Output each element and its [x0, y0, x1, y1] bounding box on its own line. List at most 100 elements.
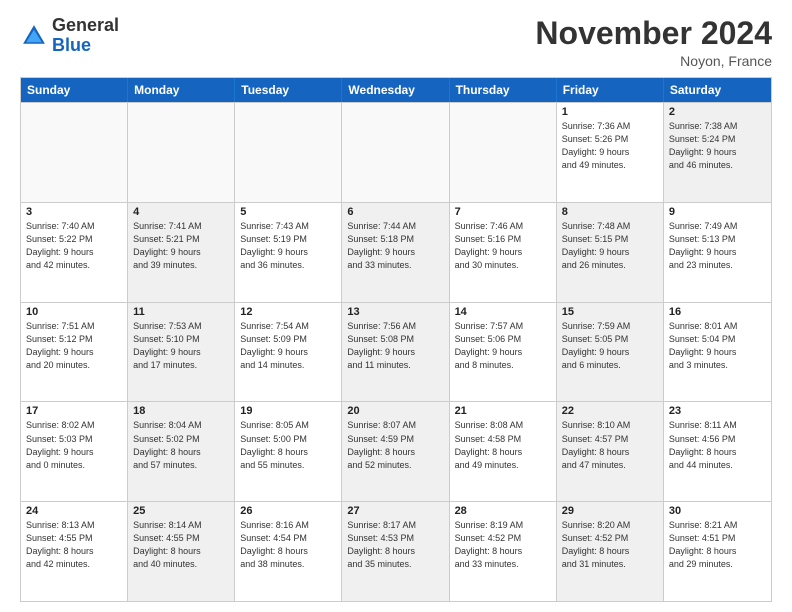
day-number: 25	[133, 505, 229, 517]
cal-cell: 14 Sunrise: 7:57 AM Sunset: 5:06 PM Dayli…	[450, 303, 557, 402]
cal-cell: 12 Sunrise: 7:54 AM Sunset: 5:09 PM Dayli…	[235, 303, 342, 402]
cal-cell: 8Sunrise: 7:48 AM Sunset: 5:15 PM Daylig…	[557, 203, 664, 302]
day-number: 28	[455, 505, 551, 517]
cell-info: Sunrise: 7:57 AM Sunset: 5:06 PM Dayligh…	[455, 320, 551, 372]
cal-cell: 23 Sunrise: 8:11 AM Sunset: 4:56 PM Dayli…	[664, 402, 771, 501]
day-header-monday: Monday	[128, 78, 235, 102]
cell-info: Sunrise: 8:10 AM Sunset: 4:57 PM Dayligh…	[562, 419, 658, 471]
cal-week-1: 1 Sunrise: 7:36 AM Sunset: 5:26 PM Daylig…	[21, 102, 771, 202]
cell-info: Sunrise: 7:48 AM Sunset: 5:15 PM Dayligh…	[562, 220, 658, 272]
day-number: 17	[26, 405, 122, 417]
cell-info: Sunrise: 8:08 AM Sunset: 4:58 PM Dayligh…	[455, 419, 551, 471]
logo-general-text: General	[52, 15, 119, 35]
day-number: 12	[240, 306, 336, 318]
cell-info: Sunrise: 8:02 AM Sunset: 5:03 PM Dayligh…	[26, 419, 122, 471]
cal-cell: 21 Sunrise: 8:08 AM Sunset: 4:58 PM Dayli…	[450, 402, 557, 501]
cal-cell: 1 Sunrise: 7:36 AM Sunset: 5:26 PM Daylig…	[557, 103, 664, 202]
cal-cell: 16 Sunrise: 8:01 AM Sunset: 5:04 PM Dayli…	[664, 303, 771, 402]
cal-cell: 17 Sunrise: 8:02 AM Sunset: 5:03 PM Dayli…	[21, 402, 128, 501]
cal-cell: 9 Sunrise: 7:49 AM Sunset: 5:13 PM Daylig…	[664, 203, 771, 302]
cal-cell: 28Sunrise: 8:19 AM Sunset: 4:52 PM Dayli…	[450, 502, 557, 601]
cell-info: Sunrise: 8:05 AM Sunset: 5:00 PM Dayligh…	[240, 419, 336, 471]
cal-cell: 26 Sunrise: 8:16 AM Sunset: 4:54 PM Dayli…	[235, 502, 342, 601]
day-number: 4	[133, 206, 229, 218]
day-number: 29	[562, 505, 658, 517]
cell-info: Sunrise: 7:59 AM Sunset: 5:05 PM Dayligh…	[562, 320, 658, 372]
day-number: 23	[669, 405, 766, 417]
cal-cell: 7Sunrise: 7:46 AM Sunset: 5:16 PM Daylig…	[450, 203, 557, 302]
day-number: 27	[347, 505, 443, 517]
cell-info: Sunrise: 8:16 AM Sunset: 4:54 PM Dayligh…	[240, 519, 336, 571]
day-number: 6	[347, 206, 443, 218]
cal-cell: 24Sunrise: 8:13 AM Sunset: 4:55 PM Dayli…	[21, 502, 128, 601]
day-header-saturday: Saturday	[664, 78, 771, 102]
cal-cell: 30 Sunrise: 8:21 AM Sunset: 4:51 PM Dayli…	[664, 502, 771, 601]
day-number: 18	[133, 405, 229, 417]
day-header-tuesday: Tuesday	[235, 78, 342, 102]
day-number: 21	[455, 405, 551, 417]
cell-info: Sunrise: 7:40 AM Sunset: 5:22 PM Dayligh…	[26, 220, 122, 272]
cal-cell	[342, 103, 449, 202]
cal-cell: 15 Sunrise: 7:59 AM Sunset: 5:05 PM Dayli…	[557, 303, 664, 402]
cal-cell: 27 Sunrise: 8:17 AM Sunset: 4:53 PM Dayli…	[342, 502, 449, 601]
day-number: 26	[240, 505, 336, 517]
calendar-header: SundayMondayTuesdayWednesdayThursdayFrid…	[21, 78, 771, 102]
cell-info: Sunrise: 8:07 AM Sunset: 4:59 PM Dayligh…	[347, 419, 443, 471]
cell-info: Sunrise: 7:54 AM Sunset: 5:09 PM Dayligh…	[240, 320, 336, 372]
day-header-friday: Friday	[557, 78, 664, 102]
day-number: 2	[669, 106, 766, 118]
day-header-wednesday: Wednesday	[342, 78, 449, 102]
cal-cell	[21, 103, 128, 202]
cal-cell	[450, 103, 557, 202]
cal-cell: 22Sunrise: 8:10 AM Sunset: 4:57 PM Dayli…	[557, 402, 664, 501]
cell-info: Sunrise: 8:17 AM Sunset: 4:53 PM Dayligh…	[347, 519, 443, 571]
cal-week-4: 17 Sunrise: 8:02 AM Sunset: 5:03 PM Dayli…	[21, 401, 771, 501]
cal-week-5: 24Sunrise: 8:13 AM Sunset: 4:55 PM Dayli…	[21, 501, 771, 601]
cal-cell: 29Sunrise: 8:20 AM Sunset: 4:52 PM Dayli…	[557, 502, 664, 601]
day-number: 7	[455, 206, 551, 218]
cell-info: Sunrise: 7:38 AM Sunset: 5:24 PM Dayligh…	[669, 120, 766, 172]
logo: General Blue	[20, 16, 119, 56]
cal-cell: 5Sunrise: 7:43 AM Sunset: 5:19 PM Daylig…	[235, 203, 342, 302]
cell-info: Sunrise: 7:49 AM Sunset: 5:13 PM Dayligh…	[669, 220, 766, 272]
cell-info: Sunrise: 8:11 AM Sunset: 4:56 PM Dayligh…	[669, 419, 766, 471]
cal-cell	[128, 103, 235, 202]
cal-cell: 20 Sunrise: 8:07 AM Sunset: 4:59 PM Dayli…	[342, 402, 449, 501]
cal-week-2: 3 Sunrise: 7:40 AM Sunset: 5:22 PM Daylig…	[21, 202, 771, 302]
logo-blue-text: Blue	[52, 35, 91, 55]
day-number: 19	[240, 405, 336, 417]
day-number: 15	[562, 306, 658, 318]
logo-icon	[20, 22, 48, 50]
day-number: 10	[26, 306, 122, 318]
cell-info: Sunrise: 7:44 AM Sunset: 5:18 PM Dayligh…	[347, 220, 443, 272]
cell-info: Sunrise: 8:04 AM Sunset: 5:02 PM Dayligh…	[133, 419, 229, 471]
cell-info: Sunrise: 7:56 AM Sunset: 5:08 PM Dayligh…	[347, 320, 443, 372]
cell-info: Sunrise: 8:13 AM Sunset: 4:55 PM Dayligh…	[26, 519, 122, 571]
day-number: 30	[669, 505, 766, 517]
header: General Blue November 2024 Noyon, France	[20, 16, 772, 69]
page: General Blue November 2024 Noyon, France…	[0, 0, 792, 612]
day-number: 11	[133, 306, 229, 318]
cal-cell: 19 Sunrise: 8:05 AM Sunset: 5:00 PM Dayli…	[235, 402, 342, 501]
title-block: November 2024 Noyon, France	[535, 16, 772, 69]
day-header-thursday: Thursday	[450, 78, 557, 102]
cal-cell: 2 Sunrise: 7:38 AM Sunset: 5:24 PM Daylig…	[664, 103, 771, 202]
cal-cell: 4Sunrise: 7:41 AM Sunset: 5:21 PM Daylig…	[128, 203, 235, 302]
day-number: 13	[347, 306, 443, 318]
day-number: 9	[669, 206, 766, 218]
day-number: 14	[455, 306, 551, 318]
cell-info: Sunrise: 8:21 AM Sunset: 4:51 PM Dayligh…	[669, 519, 766, 571]
day-number: 20	[347, 405, 443, 417]
cell-info: Sunrise: 8:01 AM Sunset: 5:04 PM Dayligh…	[669, 320, 766, 372]
day-number: 1	[562, 106, 658, 118]
month-title: November 2024	[535, 16, 772, 51]
day-number: 3	[26, 206, 122, 218]
cell-info: Sunrise: 7:36 AM Sunset: 5:26 PM Dayligh…	[562, 120, 658, 172]
cal-cell: 18 Sunrise: 8:04 AM Sunset: 5:02 PM Dayli…	[128, 402, 235, 501]
day-number: 16	[669, 306, 766, 318]
calendar-body: 1 Sunrise: 7:36 AM Sunset: 5:26 PM Daylig…	[21, 102, 771, 601]
cal-cell: 25Sunrise: 8:14 AM Sunset: 4:55 PM Dayli…	[128, 502, 235, 601]
cal-cell: 13 Sunrise: 7:56 AM Sunset: 5:08 PM Dayli…	[342, 303, 449, 402]
cal-cell: 6 Sunrise: 7:44 AM Sunset: 5:18 PM Daylig…	[342, 203, 449, 302]
cell-info: Sunrise: 7:51 AM Sunset: 5:12 PM Dayligh…	[26, 320, 122, 372]
